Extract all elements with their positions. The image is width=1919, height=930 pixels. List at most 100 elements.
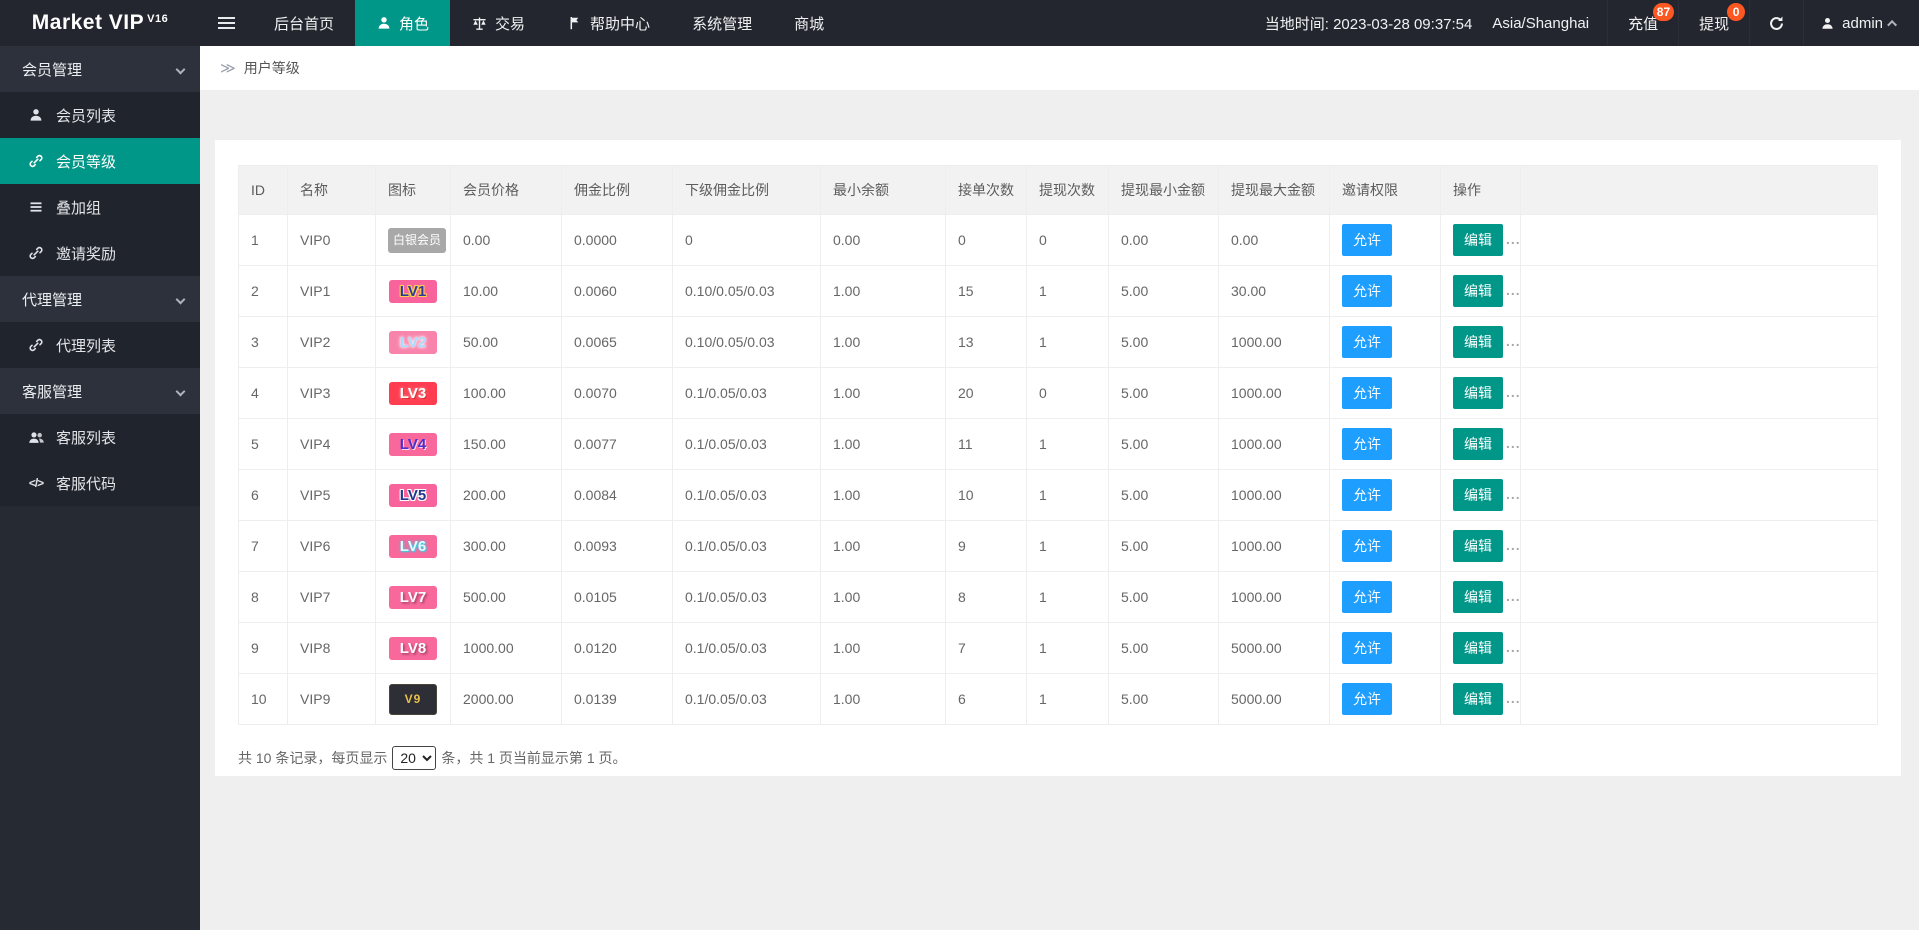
cell-id: 7 [239, 521, 288, 572]
cell-name: VIP9 [288, 674, 376, 725]
table-row: 8VIP7LV7500.000.01050.1/0.05/0.031.00815… [239, 572, 1878, 623]
edit-button[interactable]: 编辑 [1453, 581, 1503, 613]
allow-button[interactable]: 允许 [1342, 326, 1392, 358]
sidebar-item-member-list[interactable]: 会员列表 [0, 92, 200, 138]
nav-item-help-center[interactable]: 帮助中心 [546, 0, 671, 46]
sidebar-item-service-list[interactable]: 客服列表 [0, 414, 200, 460]
timezone: Asia/Shanghai [1486, 0, 1607, 46]
sidebar-item-service-code[interactable]: </> 客服代码 [0, 460, 200, 506]
edit-button[interactable]: 编辑 [1453, 530, 1503, 562]
cell-icon: 白银会员 [376, 215, 451, 266]
more-actions[interactable]: ... [1506, 435, 1521, 451]
sidebar-group-agent-management[interactable]: 代理管理 [0, 276, 200, 322]
cell-withdraw_min: 5.00 [1109, 266, 1219, 317]
column-header: 名称 [288, 166, 376, 215]
allow-button[interactable]: 允许 [1342, 683, 1392, 715]
sidebar-item-member-levels[interactable]: 会员等级 [0, 138, 200, 184]
page-size-select[interactable]: 20 [392, 746, 436, 770]
cell-name: VIP2 [288, 317, 376, 368]
allow-button[interactable]: 允许 [1342, 632, 1392, 664]
sidebar-item-agent-list[interactable]: 代理列表 [0, 322, 200, 368]
table-row: 2VIP1LV110.000.00600.10/0.05/0.031.00151… [239, 266, 1878, 317]
cell-price: 1000.00 [451, 623, 562, 674]
allow-button[interactable]: 允许 [1342, 428, 1392, 460]
edit-button[interactable]: 编辑 [1453, 632, 1503, 664]
cell-min_balance: 1.00 [821, 674, 946, 725]
cell-commission: 0.0093 [562, 521, 673, 572]
cell-invite: 允许 [1330, 572, 1441, 623]
allow-button[interactable]: 允许 [1342, 530, 1392, 562]
more-actions[interactable]: ... [1506, 384, 1521, 400]
edit-button[interactable]: 编辑 [1453, 326, 1503, 358]
allow-button[interactable]: 允许 [1342, 479, 1392, 511]
main-content: ≫ 用户等级 ID名称图标会员价格佣金比例下级佣金比例最小余额接单次数提现次数提… [200, 46, 1919, 930]
sidebar-group-service-management[interactable]: 客服管理 [0, 368, 200, 414]
pagination-prefix: 共 10 条记录，每页显示 [238, 748, 387, 768]
sidebar-item-invite-reward[interactable]: 邀请奖励 [0, 230, 200, 276]
user-menu[interactable]: admin [1803, 0, 1919, 46]
nav-item-trade[interactable]: 交易 [450, 0, 546, 46]
cell-withdraw_min: 5.00 [1109, 368, 1219, 419]
cell-withdrawals: 1 [1027, 317, 1109, 368]
cell-filler [1521, 572, 1878, 623]
sidebar-toggle-button[interactable] [200, 0, 253, 46]
column-header: 操作 [1441, 166, 1521, 215]
more-actions[interactable]: ... [1506, 333, 1521, 349]
cell-price: 0.00 [451, 215, 562, 266]
topbar-right: 当地时间: 2023-03-28 09:37:54 Asia/Shanghai … [1251, 0, 1919, 46]
cell-ops: 编辑... [1441, 368, 1521, 419]
allow-button[interactable]: 允许 [1342, 581, 1392, 613]
edit-button[interactable]: 编辑 [1453, 428, 1503, 460]
edit-button[interactable]: 编辑 [1453, 479, 1503, 511]
nav-item-roles[interactable]: 角色 [355, 0, 450, 46]
edit-button[interactable]: 编辑 [1453, 224, 1503, 256]
nav-item-mall[interactable]: 商城 [773, 0, 845, 46]
cell-orders: 7 [946, 623, 1027, 674]
sidebar-item-stack-group[interactable]: 叠加组 [0, 184, 200, 230]
nav-item-home[interactable]: 后台首页 [253, 0, 355, 46]
refresh-button[interactable] [1749, 0, 1803, 46]
column-header: 邀请权限 [1330, 166, 1441, 215]
more-actions[interactable]: ... [1506, 588, 1521, 604]
cell-id: 8 [239, 572, 288, 623]
cell-id: 4 [239, 368, 288, 419]
more-actions[interactable]: ... [1506, 690, 1521, 706]
cell-name: VIP0 [288, 215, 376, 266]
cell-sub_commission: 0 [673, 215, 821, 266]
edit-button[interactable]: 编辑 [1453, 377, 1503, 409]
more-actions[interactable]: ... [1506, 231, 1521, 247]
cell-sub_commission: 0.1/0.05/0.03 [673, 674, 821, 725]
cell-min_balance: 1.00 [821, 317, 946, 368]
levels-card: ID名称图标会员价格佣金比例下级佣金比例最小余额接单次数提现次数提现最小金额提现… [215, 140, 1901, 776]
cell-filler [1521, 521, 1878, 572]
refresh-icon [1768, 15, 1785, 32]
more-actions[interactable]: ... [1506, 282, 1521, 298]
more-actions[interactable]: ... [1506, 639, 1521, 655]
allow-button[interactable]: 允许 [1342, 224, 1392, 256]
cell-id: 2 [239, 266, 288, 317]
recharge-menu[interactable]: 充值 87 [1607, 0, 1678, 46]
allow-button[interactable]: 允许 [1342, 377, 1392, 409]
link-icon [26, 337, 46, 353]
more-actions[interactable]: ... [1506, 486, 1521, 502]
more-actions[interactable]: ... [1506, 537, 1521, 553]
cell-price: 10.00 [451, 266, 562, 317]
level-badge-icon: LV2 [389, 331, 437, 354]
allow-button[interactable]: 允许 [1342, 275, 1392, 307]
username: admin [1842, 15, 1883, 32]
cell-withdraw_max: 30.00 [1219, 266, 1330, 317]
cell-withdraw_min: 5.00 [1109, 419, 1219, 470]
edit-button[interactable]: 编辑 [1453, 275, 1503, 307]
cell-withdraw_max: 1000.00 [1219, 470, 1330, 521]
cell-id: 1 [239, 215, 288, 266]
cell-min_balance: 1.00 [821, 266, 946, 317]
nav-item-system[interactable]: 系统管理 [671, 0, 773, 46]
edit-button[interactable]: 编辑 [1453, 683, 1503, 715]
table-row: 9VIP8LV81000.000.01200.1/0.05/0.031.0071… [239, 623, 1878, 674]
table-row: 4VIP3LV3100.000.00700.1/0.05/0.031.00200… [239, 368, 1878, 419]
sidebar-group-member-management[interactable]: 会员管理 [0, 46, 200, 92]
withdraw-menu[interactable]: 提现 0 [1678, 0, 1749, 46]
cell-orders: 20 [946, 368, 1027, 419]
cell-sub_commission: 0.10/0.05/0.03 [673, 266, 821, 317]
cell-sub_commission: 0.1/0.05/0.03 [673, 419, 821, 470]
